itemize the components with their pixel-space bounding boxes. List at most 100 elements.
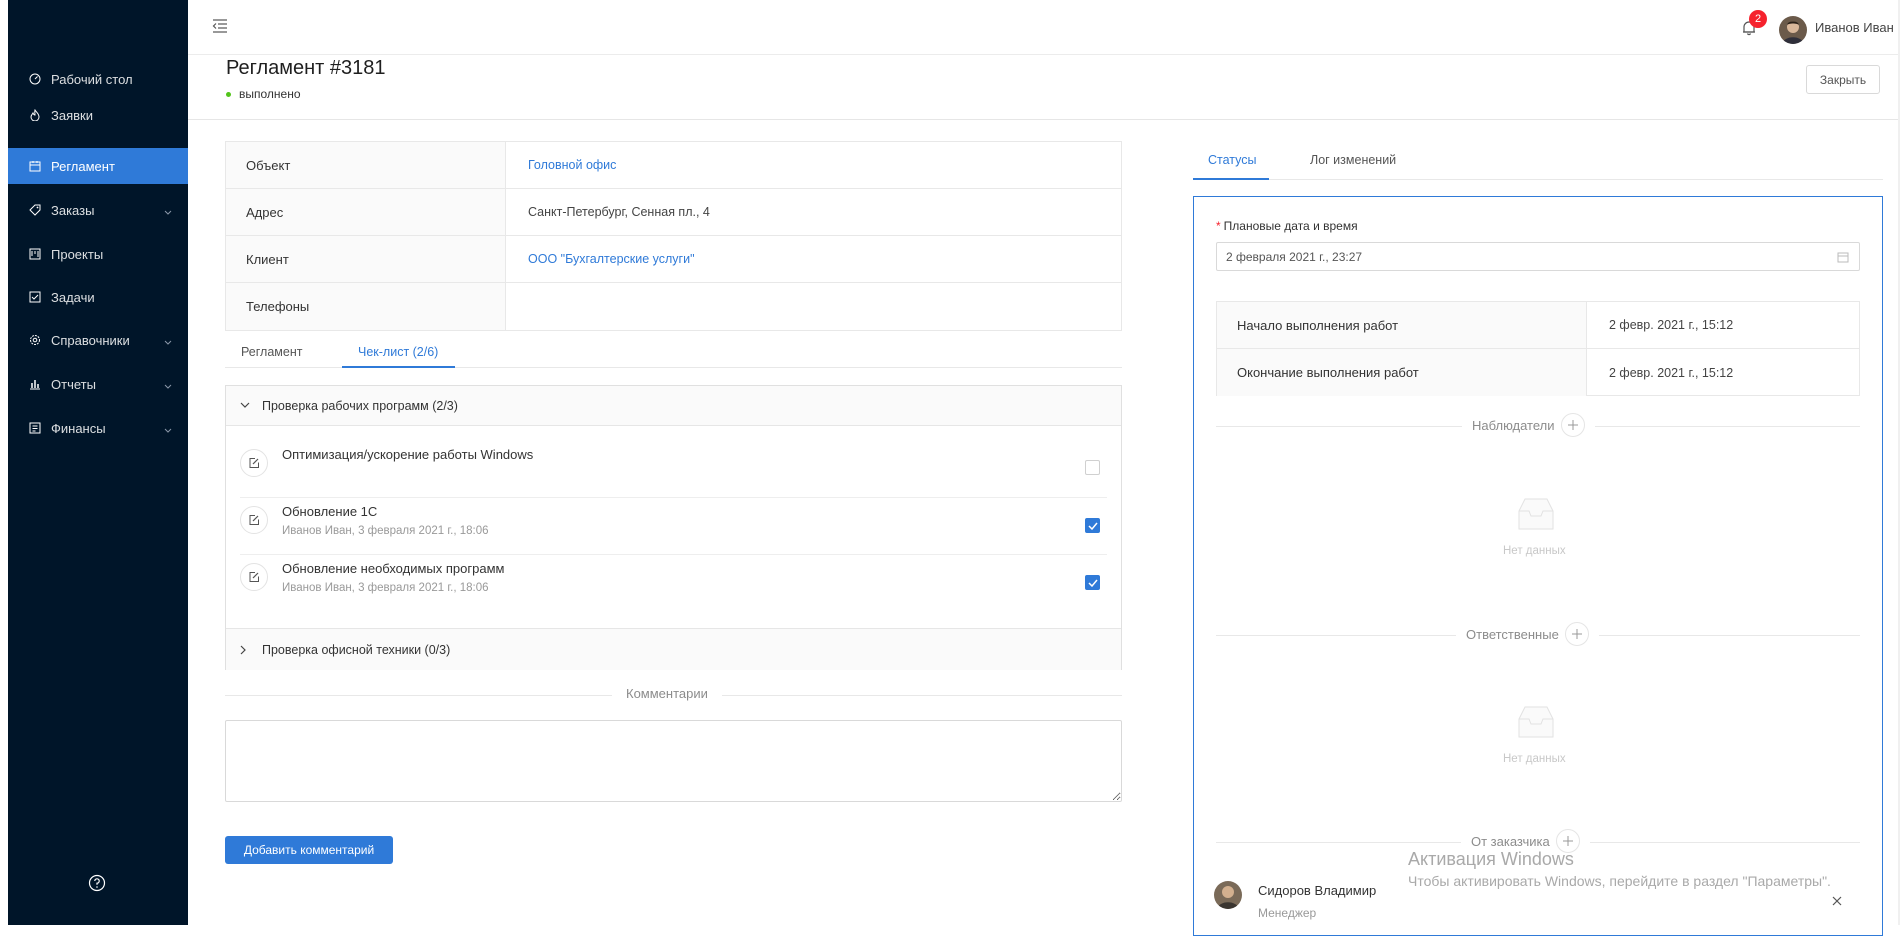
tab-checklist[interactable]: Чек-лист (2/6): [358, 345, 438, 359]
planned-date-value: 2 февраля 2021 г., 23:27: [1226, 249, 1363, 264]
project-icon: [28, 247, 42, 261]
fire-icon: [28, 108, 42, 122]
sidebar-item-finance[interactable]: Финансы: [8, 410, 188, 446]
status-dot: [226, 91, 231, 97]
item-checkbox[interactable]: [1085, 575, 1100, 590]
edit-icon[interactable]: [240, 449, 268, 477]
sidebar-item-requests[interactable]: Заявки: [8, 97, 188, 133]
sidebar-item-dashboard[interactable]: Рабочий стол: [8, 61, 188, 97]
address-value: Санкт-Петербург, Сенная пл., 4: [528, 205, 710, 219]
tab-ink-bar: [1193, 178, 1269, 180]
left-tabs: Регламент Чек-лист (2/6): [225, 340, 1122, 368]
watermark-title: Активация Windows: [1408, 849, 1574, 869]
sidebar-item-label: Отчеты: [51, 376, 96, 392]
checklist-group-header[interactable]: Проверка рабочих программ (2/3): [226, 386, 1121, 426]
watermark-text: Чтобы активировать Windows, перейдите в …: [1408, 873, 1831, 889]
tab-ink-bar: [342, 366, 455, 368]
row-label: Объект: [226, 142, 506, 188]
list-item: Обновление необходимых программ Иванов И…: [240, 555, 1107, 613]
sidebar-item-tasks[interactable]: Задачи: [8, 279, 188, 315]
bar-chart-icon: [28, 377, 42, 391]
object-link[interactable]: Головной офис: [528, 158, 616, 172]
group-title: Проверка офисной техники (0/3): [262, 642, 451, 657]
avatar[interactable]: [1779, 16, 1807, 44]
tab-reglament[interactable]: Регламент: [241, 345, 302, 359]
table-row: Адрес Санкт-Петербург, Сенная пл., 4: [226, 189, 1121, 236]
table-row: Окончание выполнения работ 2 февр. 2021 …: [1217, 349, 1859, 396]
right-tabs: Статусы Лог изменений: [1193, 148, 1883, 180]
responsible-section: Ответственные: [1456, 622, 1599, 646]
work-times-table: Начало выполнения работ 2 февр. 2021 г.,…: [1216, 301, 1860, 396]
page-title: Регламент #3181: [226, 57, 386, 79]
planned-label-text: Плановые дата и время: [1223, 219, 1358, 233]
list-item: Обновление 1С Иванов Иван, 3 февраля 202…: [240, 498, 1107, 555]
checklist-group-header[interactable]: Проверка офисной техники (0/3): [226, 628, 1121, 670]
table-row: Клиент ООО "Бухгалтерские услуги": [226, 236, 1121, 283]
sidebar: Рабочий стол Заявки Регламент Заказы Про…: [8, 0, 188, 925]
contact-role: Менеджер: [1258, 906, 1317, 920]
info-table: Объект Головной офис Адрес Санкт-Петербу…: [225, 141, 1122, 331]
customer-title: От заказчика: [1471, 833, 1550, 849]
responsible-title: Ответственные: [1466, 626, 1559, 642]
checkbox-icon: [28, 290, 42, 304]
sidebar-item-reglament[interactable]: Регламент: [8, 148, 188, 184]
chevron-down-icon: [240, 402, 252, 409]
tab-statuses[interactable]: Статусы: [1208, 153, 1257, 167]
close-icon[interactable]: [1826, 890, 1848, 912]
item-title: Оптимизация/ускорение работы Windows: [282, 447, 534, 462]
observers-title: Наблюдатели: [1472, 417, 1555, 433]
contact-name[interactable]: Сидоров Владимир: [1258, 883, 1376, 898]
row-value: 2 февр. 2021 г., 15:12: [1609, 318, 1734, 332]
item-meta: Иванов Иван, 3 февраля 2021 г., 18:06: [282, 525, 489, 537]
sidebar-item-label: Регламент: [51, 158, 115, 174]
sidebar-item-reports[interactable]: Отчеты: [8, 366, 188, 402]
observers-section: Наблюдатели: [1462, 413, 1595, 437]
item-checkbox[interactable]: [1085, 460, 1100, 475]
add-responsible-button[interactable]: [1564, 622, 1589, 646]
row-label: Телефоны: [226, 283, 506, 330]
close-button[interactable]: Закрыть: [1806, 65, 1880, 94]
menu-fold-icon[interactable]: [212, 19, 228, 36]
add-observer-button[interactable]: [1560, 413, 1585, 437]
group-title: Проверка рабочих программ (2/3): [262, 398, 458, 413]
sidebar-item-projects[interactable]: Проекты: [8, 236, 188, 272]
client-link[interactable]: ООО "Бухгалтерские услуги": [528, 252, 695, 266]
empty-text: Нет данных: [1503, 753, 1566, 765]
finance-icon: [28, 421, 42, 435]
table-row: Начало выполнения работ 2 февр. 2021 г.,…: [1217, 302, 1859, 349]
tag-icon: [28, 203, 42, 217]
status-text: выполнено: [239, 87, 301, 101]
top-bar: 2 Иванов Иван: [188, 0, 1900, 55]
chevron-right-icon: [240, 645, 252, 655]
page-header: Регламент #3181 выполнено Закрыть: [188, 55, 1900, 120]
item-checkbox[interactable]: [1085, 518, 1100, 533]
edit-icon[interactable]: [240, 506, 268, 534]
chevron-down-icon: [164, 204, 172, 219]
comment-textarea[interactable]: [225, 720, 1122, 802]
tab-change-log[interactable]: Лог изменений: [1310, 153, 1396, 167]
planned-date-input[interactable]: 2 февраля 2021 г., 23:27: [1216, 242, 1860, 271]
sidebar-item-label: Заявки: [51, 107, 93, 123]
empty-inbox-icon: [1513, 705, 1559, 742]
chevron-down-icon: [164, 334, 172, 349]
add-comment-button[interactable]: Добавить комментарий: [225, 836, 393, 864]
item-title: Обновление 1С: [282, 504, 378, 519]
question-circle-icon[interactable]: [88, 874, 106, 892]
status-panel: * Плановые дата и время 2 февраля 2021 г.…: [1193, 196, 1883, 936]
calendar-icon: [28, 159, 42, 173]
sidebar-item-label: Финансы: [51, 420, 106, 436]
chevron-down-icon: [164, 378, 172, 393]
edit-icon[interactable]: [240, 563, 268, 591]
status-badge: выполнено: [226, 87, 301, 101]
sidebar-item-directories[interactable]: Справочники: [8, 322, 188, 358]
planned-date-label: * Плановые дата и время: [1216, 219, 1358, 233]
contact-avatar: [1214, 881, 1242, 909]
sidebar-item-label: Справочники: [51, 332, 130, 348]
sidebar-item-orders[interactable]: Заказы: [8, 192, 188, 228]
table-row: Объект Головной офис: [226, 142, 1121, 189]
empty-text: Нет данных: [1503, 545, 1566, 557]
user-name[interactable]: Иванов Иван: [1815, 20, 1894, 35]
required-mark: *: [1216, 219, 1221, 233]
row-label: Окончание выполнения работ: [1217, 349, 1587, 396]
empty-inbox-icon: [1513, 497, 1559, 534]
